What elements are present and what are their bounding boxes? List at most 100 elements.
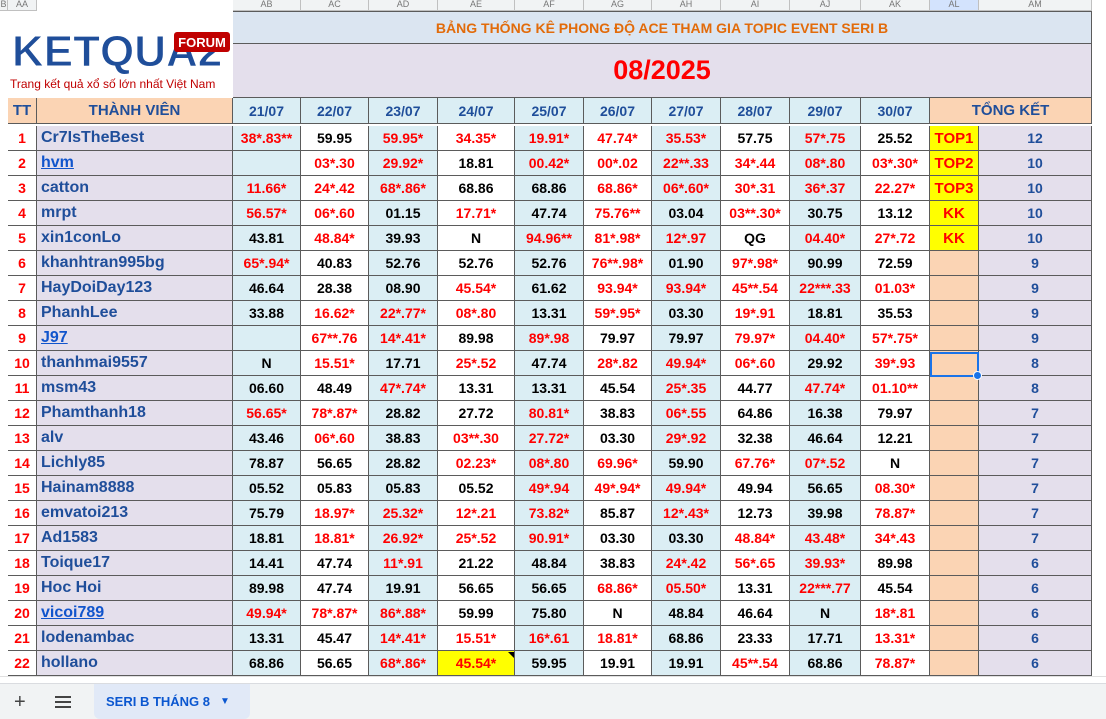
score-cell[interactable]: 13.31: [438, 376, 515, 401]
total-cell[interactable]: 9: [979, 251, 1092, 276]
column-header[interactable]: AH: [652, 0, 721, 11]
sheet-tab[interactable]: SERI B THÁNG 8 ▼: [94, 684, 250, 719]
rank-cell[interactable]: [930, 376, 979, 401]
score-cell[interactable]: 28.82: [369, 451, 438, 476]
score-cell[interactable]: 18.81: [438, 151, 515, 176]
score-cell[interactable]: 57.75: [721, 126, 790, 151]
score-cell[interactable]: 06*.60: [721, 351, 790, 376]
score-cell[interactable]: 17.71: [790, 626, 861, 651]
score-cell[interactable]: N: [861, 451, 930, 476]
score-cell[interactable]: 12.21: [861, 426, 930, 451]
rank-cell[interactable]: [930, 476, 979, 501]
score-cell[interactable]: 08*.80: [515, 451, 584, 476]
total-cell[interactable]: 7: [979, 401, 1092, 426]
score-cell[interactable]: 19.91*: [515, 126, 584, 151]
score-cell[interactable]: 85.87: [584, 501, 652, 526]
score-cell[interactable]: 05.83: [301, 476, 369, 501]
score-cell[interactable]: 89.98: [233, 576, 301, 601]
score-cell[interactable]: 00.42*: [515, 151, 584, 176]
score-cell[interactable]: 33.88: [233, 301, 301, 326]
column-header[interactable]: B: [0, 0, 8, 11]
column-header[interactable]: AA: [8, 0, 37, 11]
rank-cell[interactable]: [930, 251, 979, 276]
rank-cell[interactable]: [930, 451, 979, 476]
score-cell[interactable]: 68.86: [790, 651, 861, 676]
member-name[interactable]: vicoi789: [37, 601, 233, 626]
score-cell[interactable]: 75.80: [515, 601, 584, 626]
score-cell[interactable]: 06*.55: [652, 401, 721, 426]
score-cell[interactable]: 06*.60: [301, 426, 369, 451]
score-cell[interactable]: 36*.37: [790, 176, 861, 201]
score-cell[interactable]: 01.03*: [861, 276, 930, 301]
score-cell[interactable]: 52.76: [369, 251, 438, 276]
score-cell[interactable]: 22***.33: [790, 276, 861, 301]
score-cell[interactable]: 12*.97: [652, 226, 721, 251]
score-cell[interactable]: 45.54*: [438, 276, 515, 301]
member-name[interactable]: J97: [37, 326, 233, 351]
score-cell[interactable]: 34.35*: [438, 126, 515, 151]
total-cell[interactable]: 7: [979, 526, 1092, 551]
score-cell[interactable]: 39*.93: [861, 351, 930, 376]
rank-cell[interactable]: KK: [930, 201, 979, 226]
column-header[interactable]: AE: [438, 0, 515, 11]
score-cell[interactable]: 25*.52: [438, 351, 515, 376]
score-cell[interactable]: 05.52: [438, 476, 515, 501]
score-cell[interactable]: 46.64: [721, 601, 790, 626]
all-sheets-icon[interactable]: [55, 696, 71, 708]
total-cell[interactable]: 10: [979, 226, 1092, 251]
column-header[interactable]: AI: [721, 0, 790, 11]
score-cell[interactable]: 49*.94: [515, 476, 584, 501]
score-cell[interactable]: 78*.87*: [301, 601, 369, 626]
score-cell[interactable]: N: [584, 601, 652, 626]
score-cell[interactable]: 45.54: [861, 576, 930, 601]
score-cell[interactable]: 39.93: [369, 226, 438, 251]
score-cell[interactable]: 78.87: [233, 451, 301, 476]
score-cell[interactable]: 59.90: [652, 451, 721, 476]
score-cell[interactable]: 06.60: [233, 376, 301, 401]
score-cell[interactable]: [233, 326, 301, 351]
fill-handle[interactable]: [973, 371, 982, 380]
score-cell[interactable]: 25*.52: [438, 526, 515, 551]
score-cell[interactable]: 27.72*: [515, 426, 584, 451]
rank-cell[interactable]: TOP2: [930, 151, 979, 176]
score-cell[interactable]: 78.87*: [861, 501, 930, 526]
score-cell[interactable]: QG: [721, 226, 790, 251]
score-cell[interactable]: 46.64: [233, 276, 301, 301]
score-cell[interactable]: 11*.91: [369, 551, 438, 576]
rank-cell[interactable]: [930, 576, 979, 601]
column-header[interactable]: AL: [930, 0, 979, 11]
score-cell[interactable]: 45.54: [584, 376, 652, 401]
score-cell[interactable]: 68.86: [652, 626, 721, 651]
score-cell[interactable]: 47.74*: [790, 376, 861, 401]
score-cell[interactable]: 68.86: [438, 176, 515, 201]
score-cell[interactable]: 97*.98*: [721, 251, 790, 276]
total-cell[interactable]: 6: [979, 551, 1092, 576]
score-cell[interactable]: 75.79: [233, 501, 301, 526]
score-cell[interactable]: 89.98: [438, 326, 515, 351]
rank-cell[interactable]: KK: [930, 226, 979, 251]
score-cell[interactable]: 35.53: [861, 301, 930, 326]
total-cell[interactable]: 6: [979, 576, 1092, 601]
score-cell[interactable]: 47.74: [301, 576, 369, 601]
score-cell[interactable]: 18.81*: [301, 526, 369, 551]
score-cell[interactable]: 19.91: [369, 576, 438, 601]
score-cell[interactable]: 49*.94*: [584, 476, 652, 501]
score-cell[interactable]: 14.41: [233, 551, 301, 576]
total-cell[interactable]: 6: [979, 626, 1092, 651]
score-cell[interactable]: 32.38: [721, 426, 790, 451]
total-cell[interactable]: 6: [979, 601, 1092, 626]
score-cell[interactable]: 30.75: [790, 201, 861, 226]
score-cell[interactable]: 01.10**: [861, 376, 930, 401]
score-cell[interactable]: 79.97*: [721, 326, 790, 351]
score-cell[interactable]: 03*.30: [301, 151, 369, 176]
score-cell[interactable]: 07*.52: [790, 451, 861, 476]
total-cell[interactable]: 8: [979, 351, 1092, 376]
score-cell[interactable]: 90.91*: [515, 526, 584, 551]
score-cell[interactable]: 49.94*: [652, 351, 721, 376]
score-cell[interactable]: 86*.88*: [369, 601, 438, 626]
score-cell[interactable]: 57*.75: [790, 126, 861, 151]
score-cell[interactable]: 49.94*: [233, 601, 301, 626]
score-cell[interactable]: 67.76*: [721, 451, 790, 476]
rank-cell[interactable]: [930, 426, 979, 451]
score-cell[interactable]: 18.81: [233, 526, 301, 551]
